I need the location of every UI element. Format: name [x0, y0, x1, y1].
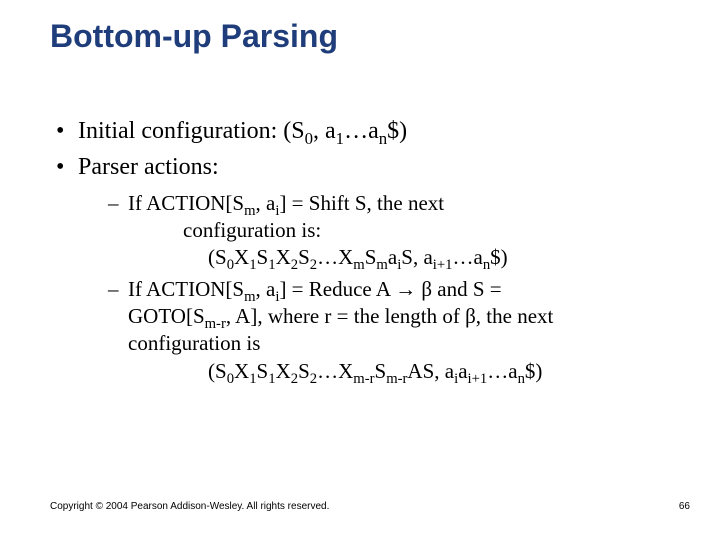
bullet-parser-actions: Parser actions: If ACTION[Sm, ai] = Shif…	[56, 151, 680, 384]
text: S	[298, 359, 310, 383]
sub-bullet-reduce: If ACTION[Sm, ai] = Reduce A → β and S =…	[108, 276, 680, 385]
sub-bullet-list: If ACTION[Sm, ai] = Shift S, the next co…	[78, 190, 680, 385]
text: S, a	[401, 245, 433, 269]
line: GOTO[Sm-r, A], where r = the length of β…	[128, 303, 680, 330]
text: S	[298, 245, 310, 269]
text: β and S =	[416, 277, 502, 301]
text: (S	[208, 359, 227, 383]
bullet-list: Initial configuration: (S0, a1…an$) Pars…	[50, 115, 680, 385]
slide: Bottom-up Parsing Initial configuration:…	[0, 0, 720, 540]
subscript: m	[353, 258, 364, 274]
bullet-initial-config: Initial configuration: (S0, a1…an$)	[56, 115, 680, 147]
subscript: n	[518, 371, 525, 387]
line: configuration is:	[128, 217, 680, 244]
text: configuration is	[128, 331, 260, 355]
text: …X	[317, 245, 353, 269]
text: S	[375, 359, 387, 383]
text: …a	[487, 359, 517, 383]
text: S	[257, 359, 269, 383]
text: a	[458, 359, 467, 383]
subscript: m	[376, 258, 387, 274]
text: GOTO[S	[128, 304, 205, 328]
text: a	[388, 245, 397, 269]
text: AS, a	[407, 359, 454, 383]
subscript: 0	[227, 258, 234, 274]
subscript: 1	[336, 129, 344, 148]
subscript: m-r	[386, 371, 407, 387]
subscript: 0	[305, 129, 313, 148]
subscript: 1	[268, 258, 275, 274]
text: If ACTION[S	[128, 277, 244, 301]
page-number: 66	[679, 501, 690, 512]
subscript: i+1	[433, 258, 453, 274]
text: …X	[317, 359, 353, 383]
text: X	[234, 359, 249, 383]
subscript: 2	[291, 258, 298, 274]
subscript: 1	[268, 371, 275, 387]
text: $)	[490, 245, 508, 269]
subscript: 1	[249, 371, 256, 387]
text: ] = Reduce A	[279, 277, 395, 301]
text: $)	[387, 118, 407, 144]
arrow-icon: →	[395, 277, 416, 301]
subscript: m-r	[353, 371, 374, 387]
text: S	[365, 245, 377, 269]
text: If ACTION[S	[128, 191, 244, 215]
text: , a	[256, 277, 276, 301]
subscript: n	[379, 129, 387, 148]
text: configuration is:	[183, 218, 321, 242]
line: (S0X1S1X2S2…Xm-rSm-rAS, aiai+1…an$)	[128, 358, 680, 385]
sub-bullet-shift: If ACTION[Sm, ai] = Shift S, the next co…	[108, 190, 680, 272]
text: , A], where r = the length of β, the nex…	[226, 304, 554, 328]
slide-title: Bottom-up Parsing	[50, 18, 680, 55]
text: S	[257, 245, 269, 269]
text: ] = Shift S, the next	[279, 191, 444, 215]
text: X	[276, 245, 291, 269]
text: …a	[344, 118, 379, 144]
text: Parser actions:	[78, 154, 219, 180]
text: Initial configuration: (S	[78, 118, 305, 144]
text: , a	[313, 118, 336, 144]
line: (S0X1S1X2S2…XmSmaiS, ai+1…an$)	[128, 244, 680, 271]
text: X	[276, 359, 291, 383]
subscript: 2	[291, 371, 298, 387]
line: configuration is	[128, 330, 680, 357]
text: $)	[525, 359, 543, 383]
text: …a	[453, 245, 483, 269]
text: , a	[256, 191, 276, 215]
subscript: i+1	[468, 371, 488, 387]
copyright-footer: Copyright © 2004 Pearson Addison-Wesley.…	[50, 501, 329, 512]
subscript: 1	[249, 258, 256, 274]
subscript: 0	[227, 371, 234, 387]
text: (S	[208, 245, 227, 269]
text: X	[234, 245, 249, 269]
